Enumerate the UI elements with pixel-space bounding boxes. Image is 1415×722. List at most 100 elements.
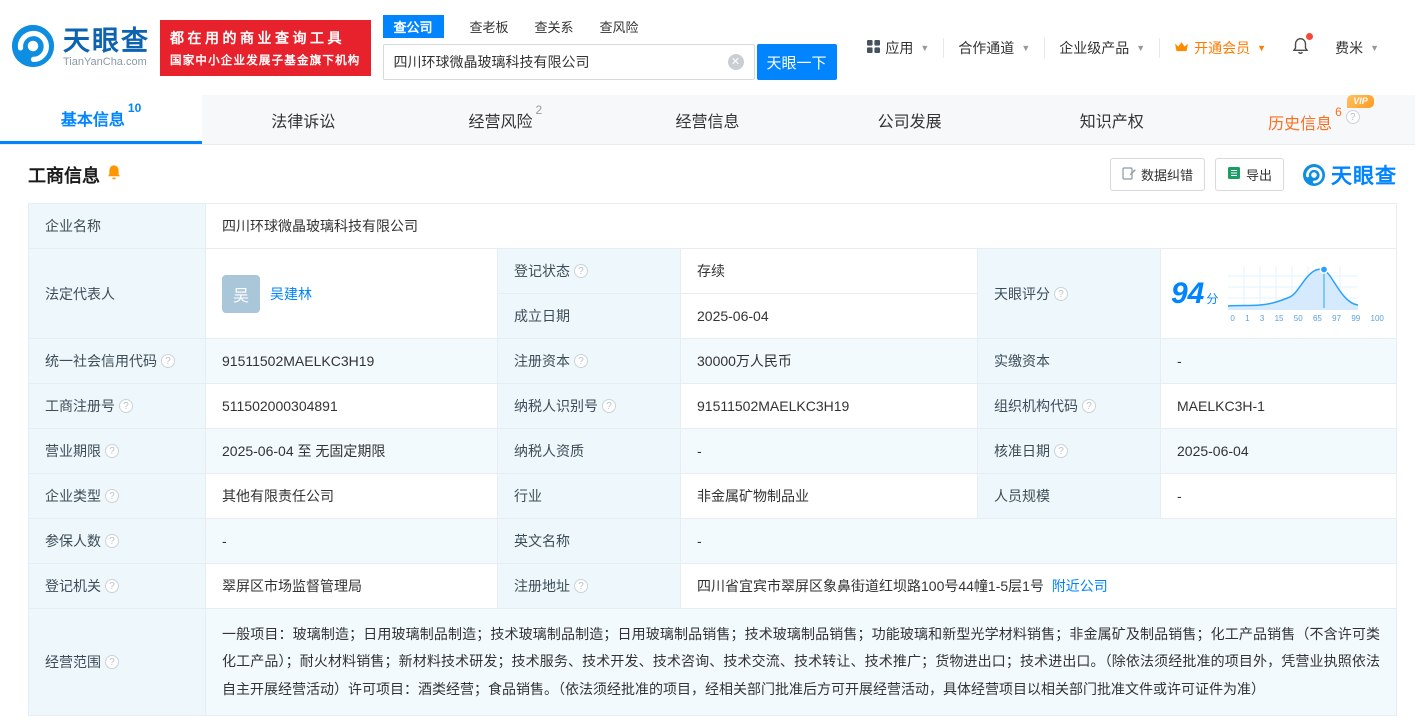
tab-ip-label: 知识产权 xyxy=(1079,113,1144,131)
help-icon[interactable] xyxy=(105,489,119,503)
tab-history-label: 历史信息 xyxy=(1268,115,1333,133)
credit-code-value: 91511502MAELKC3H19 xyxy=(205,338,498,384)
nav-apps[interactable]: 应用 ▼ xyxy=(853,38,943,58)
table-row: 工商注册号 511502000304891 纳税人识别号 91511502MAE… xyxy=(28,383,1397,429)
tianyancha-logo[interactable]: 天眼查 TianYanCha.com xyxy=(10,23,150,72)
legal-rep-value: 吴 吴建林 xyxy=(205,248,498,339)
legal-rep-label: 法定代表人 xyxy=(28,248,206,339)
search-input[interactable] xyxy=(393,54,728,70)
reg-capital-value: 30000万人民币 xyxy=(680,338,978,384)
tab-legal-proceedings[interactable]: 法律诉讼 xyxy=(202,95,404,144)
approval-date-value: 2025-06-04 xyxy=(1160,428,1397,474)
authority-label: 登记机关 xyxy=(28,563,206,609)
help-icon[interactable] xyxy=(1054,444,1068,458)
company-detail-tabs: 基本信息 10 法律诉讼 经营风险 2 经营信息 公司发展 知识产权 历史信息 … xyxy=(0,94,1415,145)
org-code-value: MAELKC3H-1 xyxy=(1160,383,1397,429)
slogan-line2: 国家中小企业发展子基金旗下机构 xyxy=(170,54,361,67)
section-title: 工商信息 xyxy=(28,165,100,186)
taxpayer-quality-value: - xyxy=(680,428,978,474)
help-icon[interactable] xyxy=(1054,286,1068,301)
search-button[interactable]: 天眼一下 xyxy=(756,44,837,80)
insured-value: - xyxy=(205,518,498,564)
taxpayer-id-label: 纳税人识别号 xyxy=(497,383,681,429)
chevron-down-icon: ▼ xyxy=(1370,42,1379,53)
score-axis-labels: 0 1 3 15 50 65 97 99 100 xyxy=(1230,314,1384,323)
tab-intellectual-property[interactable]: 知识产权 xyxy=(1011,95,1213,144)
chevron-down-icon: ▼ xyxy=(920,42,930,53)
table-row: 法定代表人 吴 吴建林 登记状态 存续 天眼评分 94分 xyxy=(28,248,1397,339)
notification-bell[interactable] xyxy=(1280,33,1321,58)
staff-size-value: - xyxy=(1160,473,1397,519)
watermark-text: 天眼查 xyxy=(1331,164,1397,188)
table-row: 统一社会信用代码 91511502MAELKC3H19 注册资本 30000万人… xyxy=(28,338,1397,384)
reg-number-value: 511502000304891 xyxy=(205,383,498,429)
table-row: 登记机关 翠屏区市场监督管理局 注册地址 四川省宜宾市翠屏区象鼻街道红坝路100… xyxy=(28,563,1397,609)
term-label: 营业期限 xyxy=(28,428,206,474)
business-scope-label: 经营范围 xyxy=(28,608,206,716)
data-correction-button[interactable]: 数据纠错 xyxy=(1109,158,1205,191)
help-icon[interactable] xyxy=(105,654,119,669)
staff-size-label: 人员规模 xyxy=(977,473,1161,519)
vip-badge: VIP xyxy=(1347,94,1374,108)
help-icon[interactable] xyxy=(105,534,119,548)
tab-basic-info-count: 10 xyxy=(127,101,142,115)
subscribe-bell-icon[interactable] xyxy=(106,164,122,186)
chevron-down-icon: ▼ xyxy=(1257,42,1267,53)
help-icon[interactable] xyxy=(574,354,588,368)
help-icon[interactable] xyxy=(119,399,133,413)
table-row: 营业期限 2025-06-04 至 无固定期限 纳税人资质 - 核准日期 202… xyxy=(28,428,1397,474)
search-tab-relation[interactable]: 查关系 xyxy=(535,17,574,36)
address-label: 注册地址 xyxy=(497,563,681,609)
score-value-cell: 94 分 0 1 3 15 50 65 97 99 100 xyxy=(1160,248,1397,339)
logo-domain-text: TianYanCha.com xyxy=(63,55,147,68)
company-name-label: 企业名称 xyxy=(28,203,206,249)
logo-brand-text: 天眼查 xyxy=(63,25,150,56)
help-icon[interactable] xyxy=(1082,399,1096,413)
company-name-value: 四川环球微晶玻璃科技有限公司 xyxy=(205,203,1397,249)
help-icon[interactable] xyxy=(602,399,616,413)
table-row: 企业名称 四川环球微晶玻璃科技有限公司 xyxy=(28,203,1397,249)
help-icon[interactable] xyxy=(574,264,588,278)
help-icon[interactable] xyxy=(161,354,175,368)
taxpayer-id-value: 91511502MAELKC3H19 xyxy=(680,383,978,429)
legal-rep-link[interactable]: 吴建林 xyxy=(270,284,312,304)
business-info-section-head: 工商信息 数据纠错 导出 天眼查 xyxy=(0,145,1415,203)
search-tab-boss[interactable]: 查老板 xyxy=(470,17,509,36)
tianyancha-logo-icon xyxy=(10,23,56,72)
company-type-label: 企业类型 xyxy=(28,473,206,519)
insured-label: 参保人数 xyxy=(28,518,206,564)
help-icon[interactable] xyxy=(105,579,119,593)
tab-history-info[interactable]: 历史信息 6 VIP xyxy=(1213,94,1415,144)
tab-company-development[interactable]: 公司发展 xyxy=(809,95,1011,144)
nav-partner-channel[interactable]: 合作通道 ▼ xyxy=(943,37,1044,58)
top-nav: 应用 ▼ 合作通道 ▼ 企业级产品 ▼ 开通会员 ▼ 费米 ▼ xyxy=(853,33,1393,58)
help-icon[interactable] xyxy=(105,444,119,458)
tab-basic-info-label: 基本信息 xyxy=(60,112,125,129)
correction-icon xyxy=(1122,166,1136,183)
nav-enterprise-products[interactable]: 企业级产品 ▼ xyxy=(1044,37,1159,58)
help-icon[interactable] xyxy=(574,579,588,593)
legal-rep-avatar[interactable]: 吴 xyxy=(222,274,260,313)
export-button[interactable]: 导出 xyxy=(1214,158,1284,191)
tab-operating-info[interactable]: 经营信息 xyxy=(606,95,808,144)
business-info-table: 企业名称 四川环球微晶玻璃科技有限公司 法定代表人 吴 吴建林 登记状态 存续 … xyxy=(28,203,1397,716)
help-icon[interactable] xyxy=(1345,109,1360,124)
taxpayer-quality-label: 纳税人资质 xyxy=(497,428,681,474)
search-tab-risk[interactable]: 查风险 xyxy=(600,17,639,36)
nav-user-menu[interactable]: 费米 ▼ xyxy=(1321,38,1393,58)
search-tab-company[interactable]: 查公司 xyxy=(382,15,444,38)
table-row: 企业类型 其他有限责任公司 行业 非金属矿物制品业 人员规模 - xyxy=(28,473,1397,519)
tab-basic-info[interactable]: 基本信息 10 xyxy=(0,95,203,144)
tab-risk-label: 经营风险 xyxy=(468,113,533,131)
nav-enterprise-label: 企业级产品 xyxy=(1059,39,1130,56)
term-value: 2025-06-04 至 无固定期限 xyxy=(205,428,498,474)
credit-code-label: 统一社会信用代码 xyxy=(28,338,206,384)
nav-open-vip[interactable]: 开通会员 ▼ xyxy=(1159,37,1280,58)
export-excel-icon xyxy=(1227,166,1241,183)
tab-development-label: 公司发展 xyxy=(877,113,942,131)
nearby-companies-link[interactable]: 附近公司 xyxy=(1052,578,1108,594)
paid-capital-label: 实缴资本 xyxy=(977,338,1161,384)
tab-operating-risk[interactable]: 经营风险 2 xyxy=(404,95,606,144)
table-row: 参保人数 - 英文名称 - xyxy=(28,518,1397,564)
clear-search-icon[interactable]: ✕ xyxy=(727,54,744,70)
